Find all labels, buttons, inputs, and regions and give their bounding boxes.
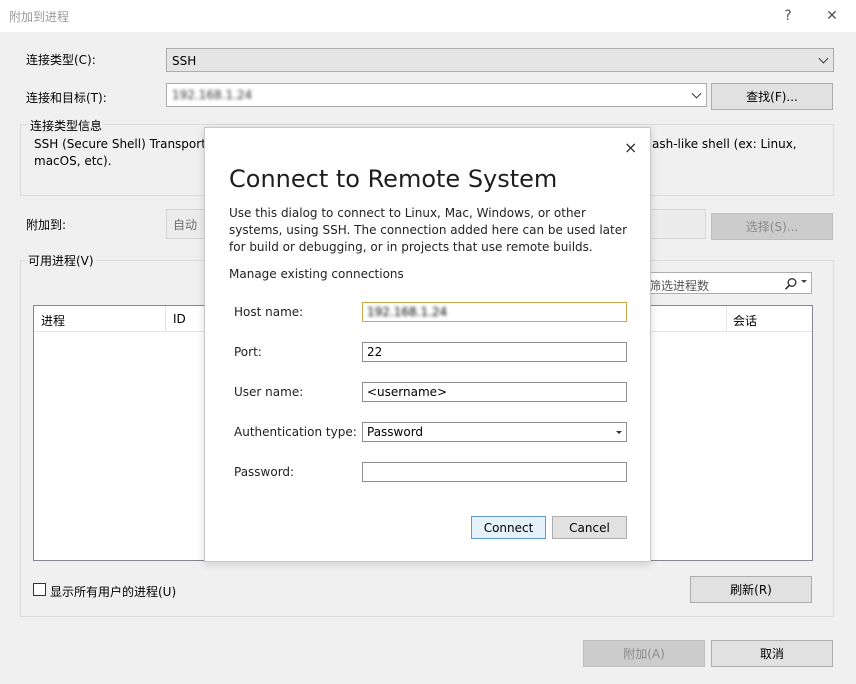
column-header-session[interactable]: 会话 — [733, 312, 757, 329]
auth-type-select[interactable]: Password — [362, 422, 627, 442]
filter-placeholder: 筛选进程数 — [649, 279, 710, 293]
window-title: 附加到进程 — [9, 10, 70, 24]
connection-type-label: 连接类型(C): — [26, 53, 96, 67]
find-button[interactable]: 查找(F)... — [711, 83, 833, 110]
attach-to-value: 自动 — [173, 218, 198, 232]
host-name-value: 192.168.1.24 — [367, 305, 448, 319]
close-window-button[interactable]: ✕ — [811, 0, 853, 32]
dropdown-arrow-icon — [616, 431, 622, 434]
connect-button[interactable]: Connect — [471, 516, 546, 539]
host-name-input[interactable]: 192.168.1.24 — [362, 302, 627, 322]
target-input[interactable]: 192.168.1.24 — [166, 83, 707, 107]
connection-type-value: SSH — [172, 54, 197, 68]
dialog-cancel-button[interactable]: Cancel — [552, 516, 627, 539]
info-text-line2: macOS, etc). — [34, 154, 112, 168]
dialog-close-icon[interactable]: × — [624, 138, 637, 157]
port-label: Port: — [234, 345, 262, 359]
info-text-right: ash-like shell (ex: Linux, — [652, 137, 797, 151]
show-all-users-label[interactable]: 显示所有用户的进程(U) — [50, 583, 176, 600]
select-button[interactable]: 选择(S)... — [711, 213, 833, 240]
target-label: 连接和目标(T): — [26, 91, 107, 105]
password-input[interactable] — [362, 462, 627, 482]
chevron-down-icon — [818, 53, 829, 64]
column-divider — [726, 306, 727, 331]
title-bar: 附加到进程 ? ✕ — [0, 0, 856, 32]
info-text-left: SSH (Secure Shell) Transport — [34, 137, 206, 151]
help-button[interactable]: ? — [767, 0, 809, 32]
auth-type-label: Authentication type: — [234, 425, 357, 439]
connect-remote-dialog: × Connect to Remote System Use this dial… — [204, 127, 651, 562]
info-group-label: 连接类型信息 — [28, 117, 105, 134]
target-value: 192.168.1.24 — [172, 88, 253, 102]
attach-button[interactable]: 附加(A) — [583, 640, 705, 667]
dialog-title: Connect to Remote System — [229, 165, 558, 193]
column-header-id[interactable]: ID — [173, 312, 186, 326]
user-name-label: User name: — [234, 385, 304, 399]
show-all-users-checkbox[interactable] — [33, 583, 46, 596]
port-input[interactable]: 22 — [362, 342, 627, 362]
attach-to-label: 附加到: — [26, 218, 67, 232]
column-divider — [165, 306, 166, 331]
available-processes-label: 可用进程(V) — [26, 252, 96, 269]
column-header-process[interactable]: 进程 — [41, 312, 65, 329]
user-name-value: <username> — [367, 385, 448, 399]
manage-connections-link[interactable]: Manage existing connections — [229, 267, 404, 281]
auth-type-value: Password — [367, 425, 424, 439]
refresh-button[interactable]: 刷新(R) — [690, 576, 812, 603]
dropdown-arrow-icon[interactable] — [801, 280, 807, 283]
dialog-description: Use this dialog to connect to Linux, Mac… — [229, 206, 628, 254]
filter-input[interactable]: 筛选进程数 — [640, 272, 812, 294]
cancel-button[interactable]: 取消 — [711, 640, 833, 667]
chevron-down-icon — [691, 88, 702, 99]
search-icon[interactable] — [784, 277, 798, 291]
port-value: 22 — [367, 345, 383, 359]
connection-type-select[interactable]: SSH — [166, 48, 834, 72]
password-label: Password: — [234, 465, 295, 479]
host-name-label: Host name: — [234, 305, 304, 319]
user-name-input[interactable]: <username> — [362, 382, 627, 402]
